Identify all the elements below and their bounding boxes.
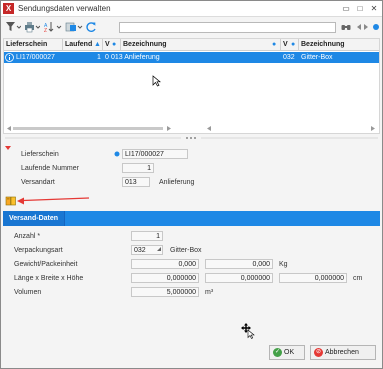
move-cursor-icon (241, 323, 255, 341)
gewicht-unit: Kg (279, 261, 288, 268)
column-divider (280, 39, 281, 51)
laufende-nummer-field[interactable]: 1 (122, 163, 154, 173)
cell-lieferschein: LI17/000027 (16, 54, 55, 61)
grid-header: Lieferschein Laufend ▲ V ● Bezeichnung ●… (4, 39, 379, 51)
volumen-unit: m³ (205, 289, 214, 296)
binoculars-icon[interactable] (341, 21, 351, 33)
versand-daten-form: Anzahl * 1 Verpackungsart 032 Gitter-Box… (3, 226, 380, 342)
lbh-label: Länge x Breite x Höhe (14, 275, 84, 282)
volumen-field[interactable]: 5,000000 (131, 287, 199, 297)
column-header-v2[interactable]: V (283, 41, 288, 48)
breite-field[interactable]: 0,000000 (205, 273, 273, 283)
header-form: Lieferschein LI17/000027 Laufende Nummer… (1, 141, 382, 195)
sort-asc-icon: ▲ (94, 41, 101, 48)
ok-label: OK (284, 349, 295, 356)
toolbar: AZ (1, 18, 382, 36)
refresh-icon[interactable] (85, 21, 97, 33)
versandart-code-field[interactable]: 013 (122, 177, 150, 187)
sort-icon[interactable]: AZ (44, 21, 62, 34)
restore-icon[interactable]: ▭ (340, 3, 352, 14)
maximize-icon[interactable]: □ (354, 3, 366, 14)
table-row[interactable]: LI17/000027 1 0 013 Anlieferung 032 Gitt… (4, 52, 379, 63)
dialog-window: X Sendungsdaten verwalten ▭ □ ✕ AZ Liefe… (0, 0, 383, 369)
versandart-text: Anlieferung (159, 179, 195, 186)
lieferschein-field[interactable]: LI17/000027 (122, 149, 188, 159)
hoehe-field[interactable]: 0,000000 (279, 273, 347, 283)
ok-button[interactable]: ✓ OK (269, 345, 305, 360)
app-icon: X (3, 3, 14, 14)
anzahl-field[interactable]: 1 (131, 231, 163, 241)
verpackungsart-text: Gitter-Box (170, 247, 202, 254)
lieferschein-label: Lieferschein (21, 151, 59, 158)
filter-icon[interactable] (5, 21, 22, 33)
gewicht-field-2[interactable]: 0,000 (205, 259, 273, 269)
column-header-bezeichnung1[interactable]: Bezeichnung (123, 41, 167, 48)
info-circle-icon (114, 151, 120, 159)
verpackungsart-code: 032 (134, 247, 146, 254)
column-options-icon: ● (112, 41, 117, 48)
shipment-grid: Lieferschein Laufend ▲ V ● Bezeichnung ●… (3, 38, 380, 134)
close-icon[interactable]: ✕ (368, 3, 380, 14)
status-dot-icon[interactable] (372, 21, 380, 33)
column-options-icon: ● (291, 41, 296, 48)
tab-versand-daten[interactable]: Versand-Daten (3, 211, 66, 226)
versandart-label: Versandart (21, 179, 55, 186)
column-divider (62, 39, 63, 51)
column-header-laufend[interactable]: Laufend (65, 41, 92, 48)
search-input[interactable] (119, 22, 336, 33)
anzahl-label: Anzahl * (14, 233, 41, 240)
lbh-unit: cm (353, 275, 363, 282)
column-header-lieferschein[interactable]: Lieferschein (6, 41, 47, 48)
mouse-cursor-icon (152, 75, 161, 89)
cancel-button[interactable]: ⊘ Abbrechen (310, 345, 376, 360)
cell-v1: 0 (105, 54, 109, 61)
export-icon[interactable] (65, 21, 83, 33)
tab-bar: Versand-Daten (3, 211, 380, 226)
cancel-icon: ⊘ (314, 348, 323, 357)
verpackungsart-label: Verpackungsart (14, 247, 63, 254)
column-header-bezeichnung2[interactable]: Bezeichnung (301, 41, 345, 48)
annotation-arrow-icon (17, 195, 91, 207)
gewicht-label: Gewicht/Packeinheit (14, 261, 78, 268)
collapse-triangle-icon[interactable] (5, 146, 11, 153)
cell-v2: 032 (283, 54, 295, 61)
cell-bezeichnung2: Gitter-Box (301, 54, 333, 61)
arrow-left-icon[interactable] (355, 21, 362, 33)
gewicht-field-1[interactable]: 0,000 (131, 259, 199, 269)
book-icon[interactable] (5, 195, 17, 209)
window-title: Sendungsdaten verwalten (18, 4, 111, 13)
cell-laufend: 1 (97, 54, 101, 61)
laufende-nummer-label: Laufende Nummer (21, 165, 79, 172)
dropdown-corner-icon (157, 245, 161, 254)
horizontal-scrollbar[interactable] (7, 125, 375, 132)
dialog-footer: ✓ OK ⊘ Abbrechen (1, 342, 382, 368)
svg-text:Z: Z (44, 28, 47, 33)
column-divider (120, 39, 121, 51)
volumen-label: Volumen (14, 289, 42, 296)
column-options-icon: ● (272, 41, 277, 48)
print-icon[interactable] (24, 21, 41, 33)
info-icon (5, 53, 14, 64)
verpackungsart-code-field[interactable]: 032 (131, 245, 163, 255)
check-icon: ✓ (273, 348, 282, 357)
cancel-label: Abbrechen (325, 349, 359, 356)
laenge-field[interactable]: 0,000000 (131, 273, 199, 283)
title-bar: X Sendungsdaten verwalten ▭ □ ✕ (1, 1, 382, 17)
column-header-v1[interactable]: V (105, 41, 110, 48)
column-divider (102, 39, 103, 51)
column-divider (298, 39, 299, 51)
cell-bezeichnung1: 013 Anlieferung (111, 54, 160, 61)
arrow-right-icon[interactable] (363, 21, 370, 33)
